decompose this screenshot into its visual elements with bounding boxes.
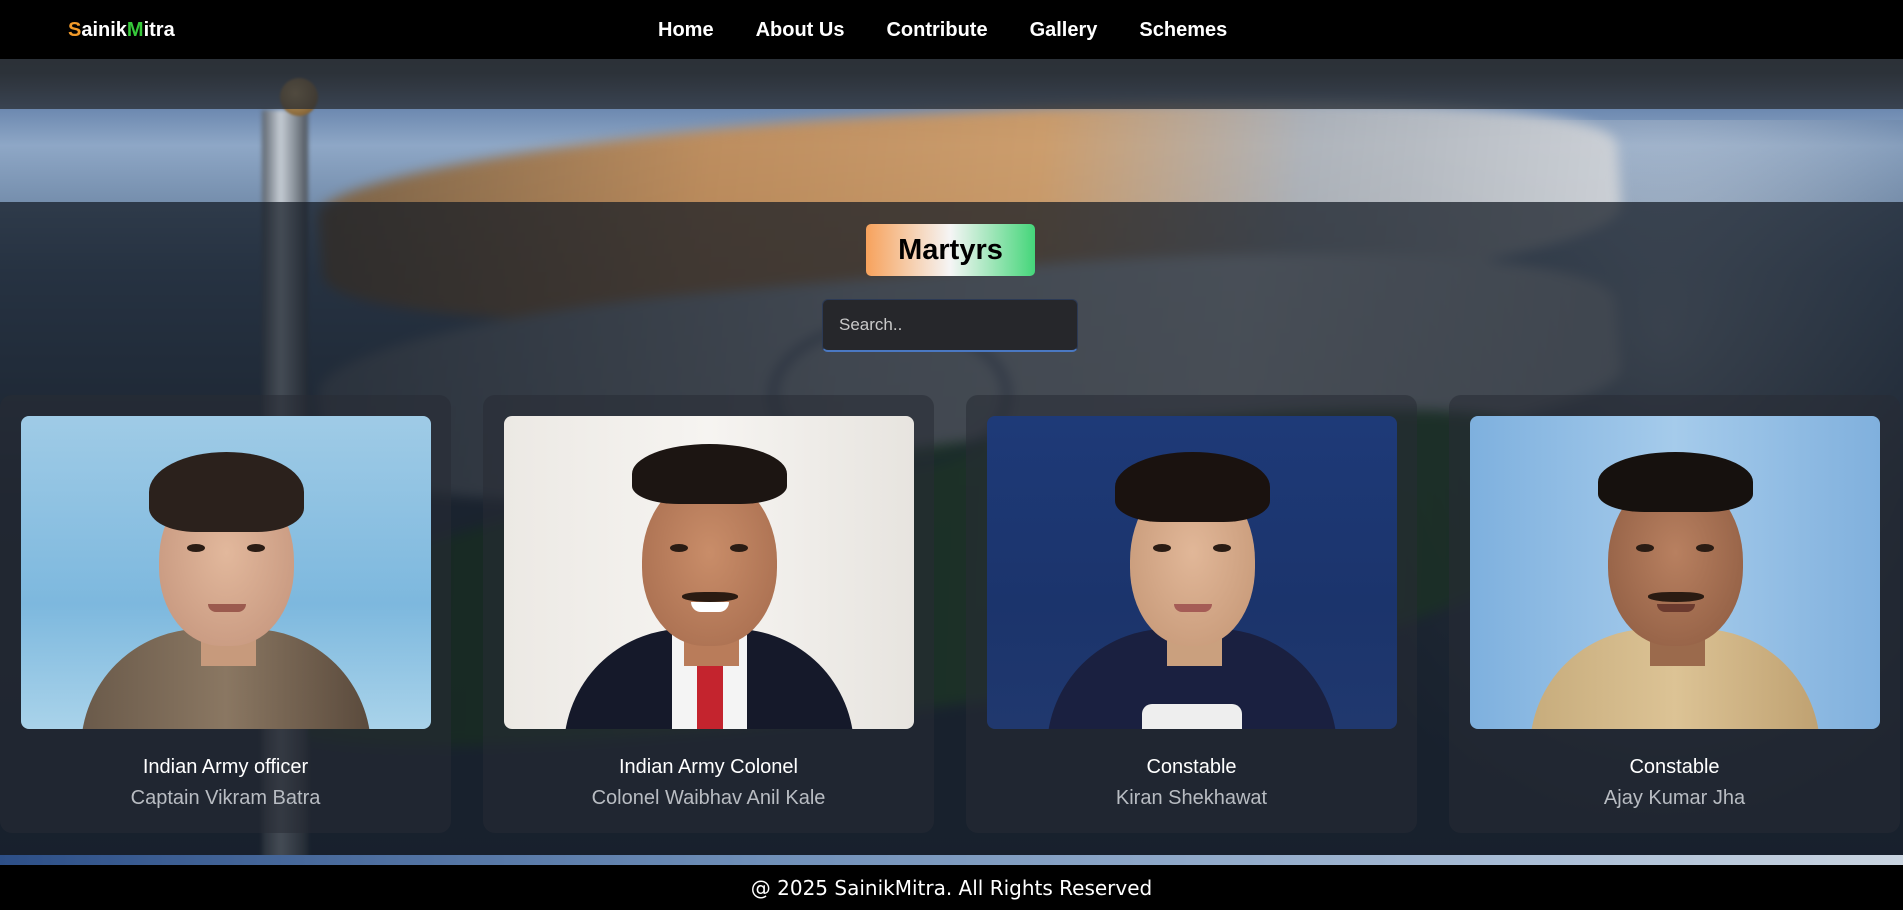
nav-about-us[interactable]: About Us bbox=[756, 19, 845, 42]
martyr-name: Colonel Waibhav Anil Kale bbox=[591, 787, 826, 809]
martyr-photo bbox=[21, 416, 431, 729]
nav-schemes[interactable]: Schemes bbox=[1139, 19, 1227, 42]
martyr-card[interactable]: Constable Ajay Kumar Jha bbox=[1449, 395, 1900, 833]
martyr-role: Indian Army Colonel bbox=[619, 756, 798, 778]
navbar: SainikMitra Home About Us Contribute Gal… bbox=[0, 0, 1903, 59]
martyr-name: Captain Vikram Batra bbox=[130, 787, 321, 809]
martyr-name: Kiran Shekhawat bbox=[1115, 787, 1268, 809]
martyr-card[interactable]: Indian Army Colonel Colonel Waibhav Anil… bbox=[483, 395, 934, 833]
martyr-photo bbox=[504, 416, 914, 729]
martyr-name: Ajay Kumar Jha bbox=[1603, 787, 1746, 809]
martyr-role: Indian Army officer bbox=[142, 756, 309, 778]
nav-gallery[interactable]: Gallery bbox=[1030, 19, 1098, 42]
nav-links: Home About Us Contribute Gallery Schemes bbox=[658, 19, 1269, 42]
search-input[interactable] bbox=[822, 299, 1078, 352]
brand-logo[interactable]: SainikMitra bbox=[68, 19, 175, 42]
martyr-card[interactable]: Constable Kiran Shekhawat bbox=[966, 395, 1417, 833]
nav-contribute[interactable]: Contribute bbox=[886, 19, 987, 42]
martyr-card[interactable]: Indian Army officer Captain Vikram Batra bbox=[0, 395, 451, 833]
martyr-cards: Indian Army officer Captain Vikram Batra… bbox=[0, 395, 1903, 833]
martyr-photo bbox=[987, 416, 1397, 729]
martyr-photo bbox=[1470, 416, 1880, 729]
footer-copyright: @ 2025 SainikMitra. All Rights Reserved bbox=[750, 875, 1153, 900]
footer: @ 2025 SainikMitra. All Rights Reserved bbox=[0, 865, 1903, 910]
page-title: Martyrs bbox=[866, 224, 1035, 276]
martyr-role: Constable bbox=[1629, 756, 1720, 778]
martyr-role: Constable bbox=[1146, 756, 1237, 778]
nav-home[interactable]: Home bbox=[658, 19, 714, 42]
